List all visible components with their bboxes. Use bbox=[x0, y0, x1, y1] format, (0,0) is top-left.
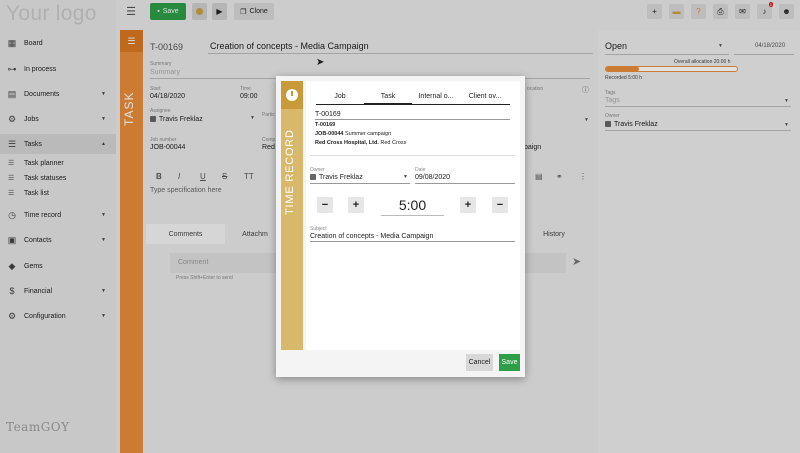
increase-minutes-button[interactable]: + bbox=[460, 197, 476, 213]
owner-underline bbox=[310, 183, 410, 184]
minus-icon: − bbox=[496, 199, 504, 211]
minus-icon: − bbox=[321, 199, 329, 211]
task-id-underline bbox=[315, 119, 510, 120]
user-icon bbox=[310, 174, 316, 180]
time-record-strip: TIME RECORD bbox=[281, 81, 303, 350]
time-record-strip-label: TIME RECORD bbox=[284, 129, 296, 215]
duration-underline bbox=[381, 215, 444, 216]
divider bbox=[310, 155, 515, 156]
decrease-hours-button[interactable]: − bbox=[317, 197, 333, 213]
date-label: Date bbox=[415, 167, 426, 173]
owner-select[interactable]: Travis Freklaz bbox=[310, 174, 363, 181]
clock-icon bbox=[281, 81, 303, 109]
date-underline bbox=[415, 183, 515, 184]
chevron-down-icon[interactable]: ▼ bbox=[403, 174, 408, 180]
client-detail: Red Cross Hospital, Ltd. Red Cross bbox=[315, 140, 406, 146]
job-detail: JOB-00044 Summer campaign bbox=[315, 131, 391, 137]
client-company: Red Cross Hospital, Ltd. bbox=[315, 140, 379, 146]
plus-icon: + bbox=[352, 199, 360, 211]
job-code: JOB-00044 bbox=[315, 131, 344, 137]
client-name: Red Cross bbox=[380, 140, 407, 146]
job-name: Summer campaign bbox=[344, 131, 392, 137]
subject-underline bbox=[310, 241, 515, 242]
date-field[interactable]: 09/08/2020 bbox=[415, 174, 450, 181]
tab-job[interactable]: Job bbox=[316, 93, 364, 105]
task-id-detail: T-00169 bbox=[315, 122, 336, 128]
tab-task[interactable]: Task bbox=[364, 93, 412, 105]
increase-hours-button[interactable]: + bbox=[348, 197, 364, 213]
tab-client-overview[interactable]: Client ov... bbox=[460, 93, 510, 105]
dialog-save-button[interactable]: Save bbox=[499, 354, 520, 371]
cancel-button[interactable]: Cancel bbox=[466, 354, 493, 371]
plus-icon: + bbox=[464, 199, 472, 211]
subject-label: Subject bbox=[310, 226, 327, 232]
owner-value: Travis Freklaz bbox=[319, 174, 363, 181]
subject-field[interactable]: Creation of concepts - Media Campaign bbox=[310, 233, 433, 240]
duration-field[interactable]: 5:00 bbox=[381, 197, 444, 213]
owner-label: Owner bbox=[310, 167, 325, 173]
tab-internal-overview[interactable]: Internal o... bbox=[412, 93, 460, 105]
decrease-minutes-button[interactable]: − bbox=[492, 197, 508, 213]
task-id-field[interactable]: T-00169 bbox=[315, 111, 341, 118]
